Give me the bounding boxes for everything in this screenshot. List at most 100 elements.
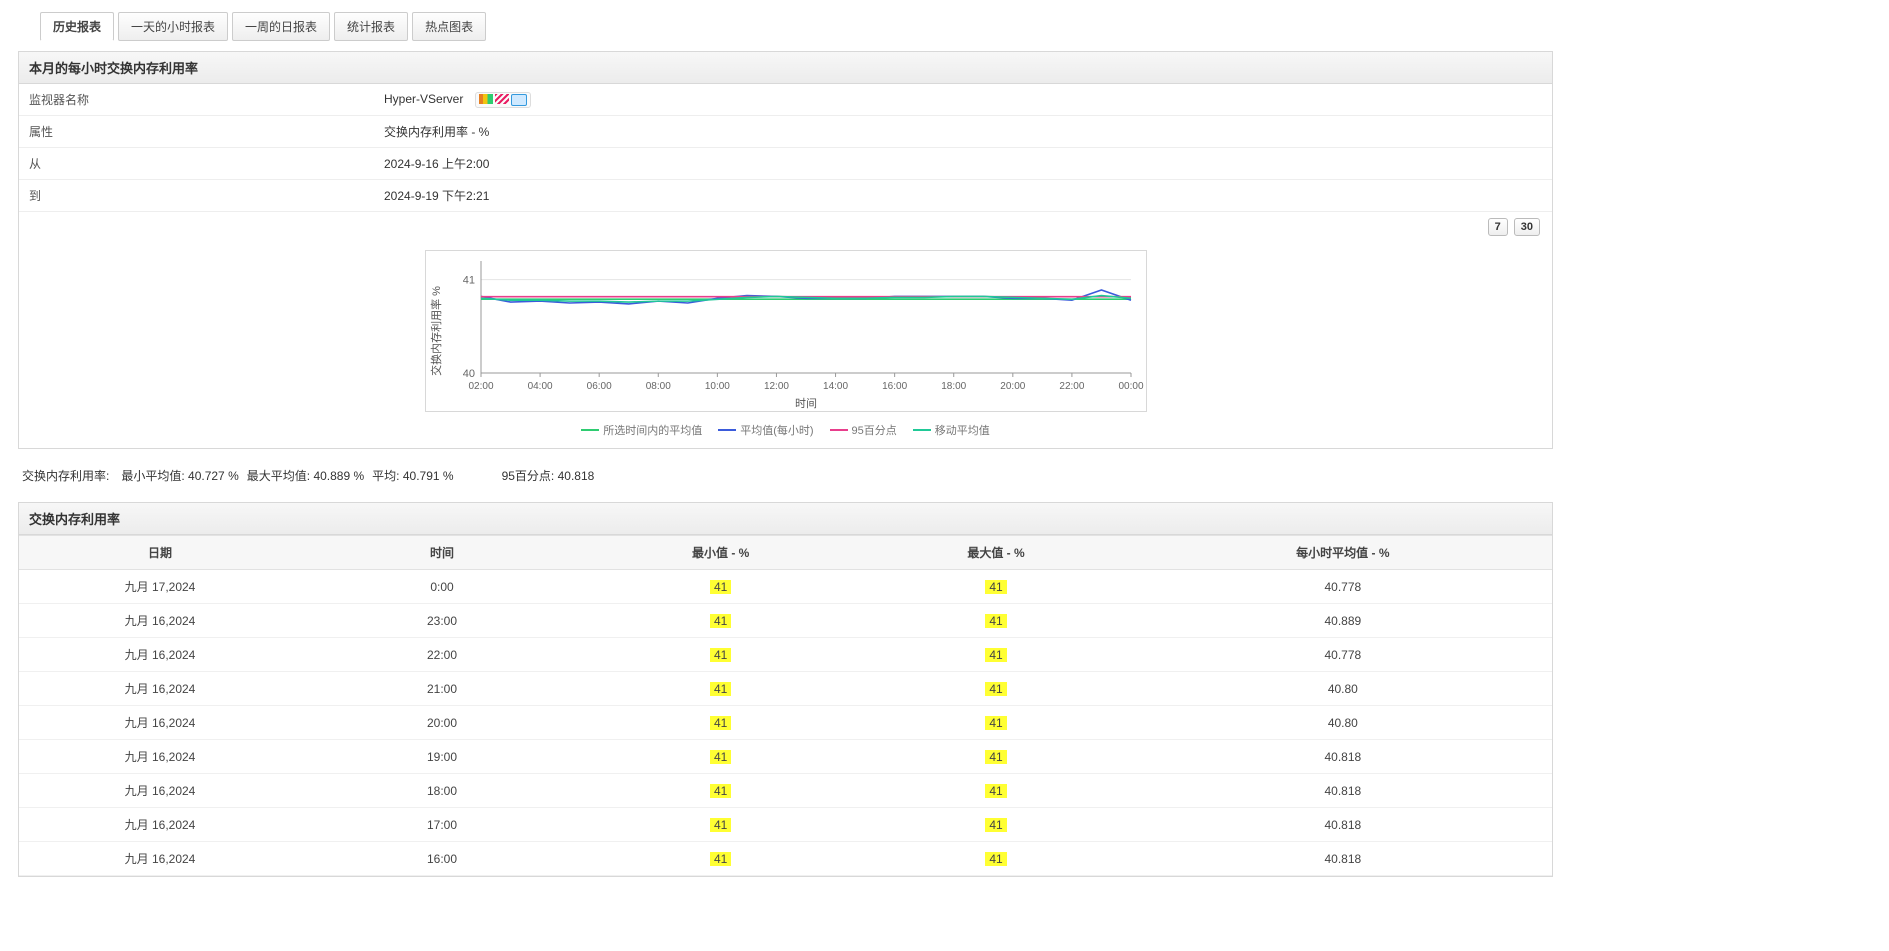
cell-time: 18:00 — [301, 774, 583, 808]
cell-havg: 40.778 — [1134, 570, 1552, 604]
svg-text:时间: 时间 — [795, 397, 817, 410]
to-label: 到 — [19, 180, 374, 212]
svg-text:06:00: 06:00 — [586, 381, 611, 392]
cell-havg: 40.889 — [1134, 604, 1552, 638]
line-chart-icon[interactable] — [495, 94, 509, 104]
cell-date: 九月 16,2024 — [19, 774, 301, 808]
data-table-title: 交换内存利用率 — [19, 503, 1552, 535]
cell-min: 41 — [583, 706, 858, 740]
cell-min: 41 — [583, 570, 858, 604]
col-time[interactable]: 时间 — [301, 536, 583, 570]
svg-text:04:00: 04:00 — [527, 381, 552, 392]
table-row: 九月 16,202419:00414140.818 — [19, 740, 1552, 774]
stats-p95: 95百分点: 40.818 — [502, 467, 595, 484]
from-label: 从 — [19, 148, 374, 180]
report-tabs: 历史报表一天的小时报表一周的日报表统计报表热点图表 — [40, 12, 1553, 41]
cell-date: 九月 16,2024 — [19, 672, 301, 706]
panel-title: 本月的每小时交换内存利用率 — [19, 52, 1552, 84]
svg-text:16:00: 16:00 — [882, 381, 907, 392]
legend-item: 所选时间内的平均值 — [581, 422, 702, 438]
cell-min: 41 — [583, 774, 858, 808]
cell-date: 九月 16,2024 — [19, 740, 301, 774]
table-row: 九月 16,202423:00414140.889 — [19, 604, 1552, 638]
cell-havg: 40.80 — [1134, 672, 1552, 706]
tab-一天的小时报表[interactable]: 一天的小时报表 — [118, 12, 228, 41]
cell-time: 23:00 — [301, 604, 583, 638]
table-row: 九月 16,202417:00414140.818 — [19, 808, 1552, 842]
legend-item: 移动平均值 — [913, 422, 990, 438]
chart-legend: 所选时间内的平均值平均值(每小时)95百分点移动平均值 — [19, 416, 1552, 448]
cell-min: 41 — [583, 740, 858, 774]
cell-time: 17:00 — [301, 808, 583, 842]
bar-chart-icon[interactable] — [479, 94, 493, 104]
cell-date: 九月 17,2024 — [19, 570, 301, 604]
cell-max: 41 — [858, 842, 1133, 876]
cell-date: 九月 16,2024 — [19, 706, 301, 740]
chart-icons-strip[interactable] — [475, 92, 531, 108]
cell-havg: 40.818 — [1134, 842, 1552, 876]
table-row: 九月 17,20240:00414140.778 — [19, 570, 1552, 604]
monitor-name-value: Hyper-VServer — [374, 84, 1552, 116]
svg-text:02:00: 02:00 — [468, 381, 493, 392]
tab-热点图表[interactable]: 热点图表 — [412, 12, 486, 41]
chart-container: 4041交换内存利用率 %02:0004:0006:0008:0010:0012… — [19, 242, 1552, 416]
stats-summary: 交换内存利用率: 最小平均值: 40.727 % 最大平均值: 40.889 %… — [18, 461, 1553, 490]
cell-max: 41 — [858, 672, 1133, 706]
cell-time: 20:00 — [301, 706, 583, 740]
cell-max: 41 — [858, 604, 1133, 638]
cell-min: 41 — [583, 604, 858, 638]
thirty-days-button[interactable]: 30 — [1514, 218, 1540, 236]
svg-text:20:00: 20:00 — [1000, 381, 1025, 392]
cell-havg: 40.80 — [1134, 706, 1552, 740]
cell-min: 41 — [583, 808, 858, 842]
cell-havg: 40.818 — [1134, 808, 1552, 842]
utilization-chart: 4041交换内存利用率 %02:0004:0006:0008:0010:0012… — [425, 250, 1147, 412]
svg-text:08:00: 08:00 — [645, 381, 670, 392]
table-row: 九月 16,202416:00414140.818 — [19, 842, 1552, 876]
monitor-name-label: 监视器名称 — [19, 84, 374, 116]
tab-历史报表[interactable]: 历史报表 — [40, 12, 114, 41]
cell-max: 41 — [858, 570, 1133, 604]
cell-date: 九月 16,2024 — [19, 808, 301, 842]
cell-time: 0:00 — [301, 570, 583, 604]
svg-text:18:00: 18:00 — [941, 381, 966, 392]
stats-metric-label: 交换内存利用率: — [22, 467, 109, 484]
cell-min: 41 — [583, 638, 858, 672]
tab-统计报表[interactable]: 统计报表 — [334, 12, 408, 41]
tab-一周的日报表[interactable]: 一周的日报表 — [232, 12, 330, 41]
cell-max: 41 — [858, 638, 1133, 672]
seven-days-button[interactable]: 7 — [1488, 218, 1508, 236]
cell-havg: 40.818 — [1134, 740, 1552, 774]
svg-text:40: 40 — [462, 368, 474, 380]
attr-label: 属性 — [19, 116, 374, 148]
col-max[interactable]: 最大值 - % — [858, 536, 1133, 570]
stats-min-avg: 最小平均值: 40.727 % — [121, 467, 238, 484]
cell-date: 九月 16,2024 — [19, 638, 301, 672]
time-range-buttons: 7 30 — [19, 212, 1552, 242]
attr-value: 交换内存利用率 - % — [374, 116, 1552, 148]
cell-date: 九月 16,2024 — [19, 604, 301, 638]
col-min[interactable]: 最小值 - % — [583, 536, 858, 570]
cell-time: 21:00 — [301, 672, 583, 706]
info-table: 监视器名称 Hyper-VServer 属性 交换内存利用率 - % 从 202… — [19, 84, 1552, 212]
cell-max: 41 — [858, 740, 1133, 774]
from-value: 2024-9-16 上午2:00 — [374, 148, 1552, 180]
legend-item: 95百分点 — [830, 422, 897, 438]
col-havg[interactable]: 每小时平均值 - % — [1134, 536, 1552, 570]
table-row: 九月 16,202418:00414140.818 — [19, 774, 1552, 808]
svg-text:交换内存利用率 %: 交换内存利用率 % — [429, 286, 443, 376]
table-row: 九月 16,202421:00414140.80 — [19, 672, 1552, 706]
svg-text:22:00: 22:00 — [1059, 381, 1084, 392]
table-row: 九月 16,202422:00414140.778 — [19, 638, 1552, 672]
cell-havg: 40.778 — [1134, 638, 1552, 672]
data-table-panel: 交换内存利用率 日期 时间 最小值 - % 最大值 - % 每小时平均值 - %… — [18, 502, 1553, 877]
to-value: 2024-9-19 下午2:21 — [374, 180, 1552, 212]
cell-time: 16:00 — [301, 842, 583, 876]
svg-text:12:00: 12:00 — [763, 381, 788, 392]
cell-min: 41 — [583, 672, 858, 706]
utilization-table: 日期 时间 最小值 - % 最大值 - % 每小时平均值 - % 九月 17,2… — [19, 535, 1552, 876]
cell-time: 19:00 — [301, 740, 583, 774]
cell-date: 九月 16,2024 — [19, 842, 301, 876]
col-date[interactable]: 日期 — [19, 536, 301, 570]
data-icon[interactable] — [511, 94, 527, 106]
